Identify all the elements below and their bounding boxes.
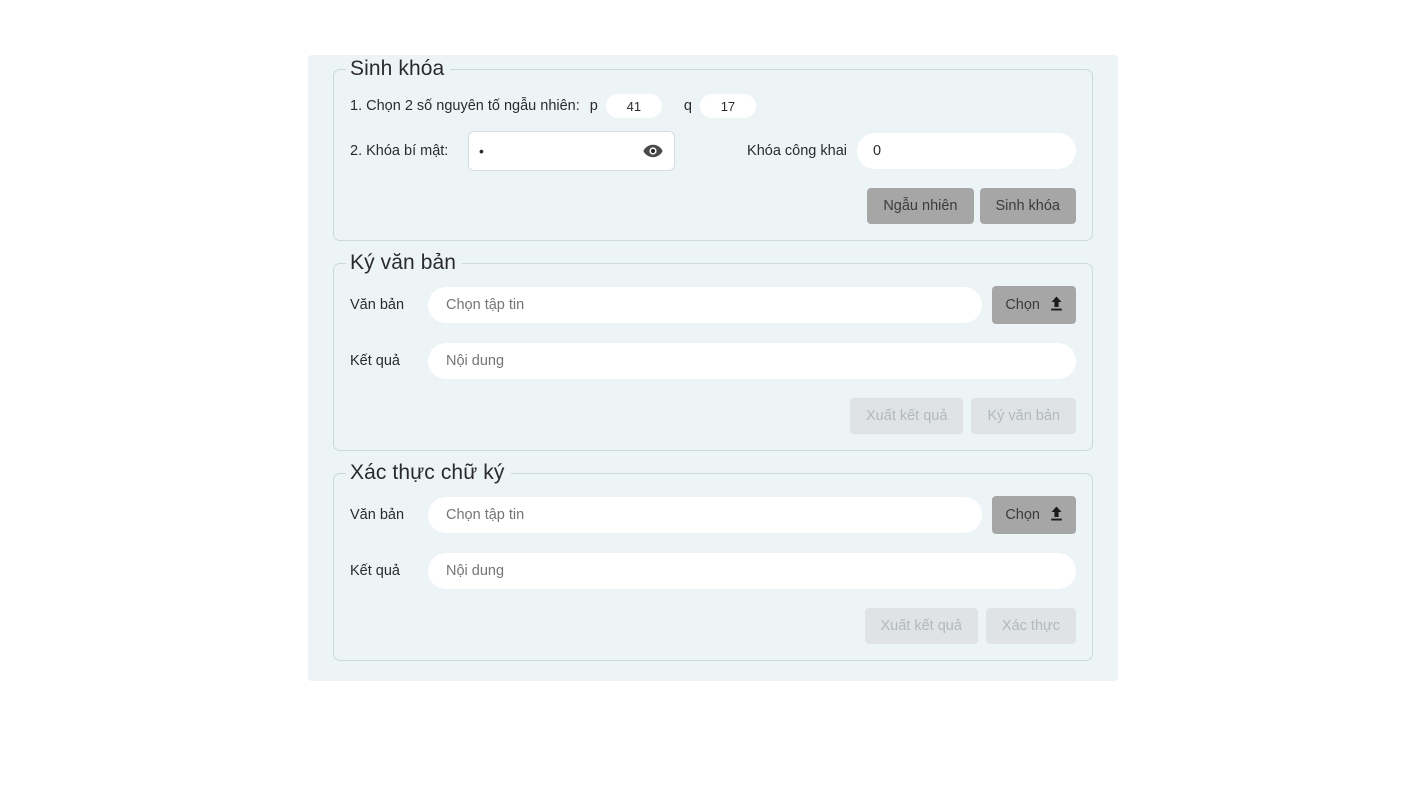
section-verify-signature-legend: Xác thực chữ ký — [346, 459, 511, 487]
verify-choose-file-button[interactable]: Chọn — [992, 496, 1076, 534]
secret-key-input[interactable] — [477, 133, 647, 169]
section-key-generation: Sinh khóa 1. Chọn 2 số nguyên tố ngẫu nh… — [333, 55, 1093, 241]
public-key-input[interactable] — [857, 133, 1076, 169]
upload-icon — [1050, 506, 1063, 525]
prime-p-group: p — [590, 94, 662, 118]
prime-q-label: q — [683, 98, 692, 114]
verify-choose-file-label: Chọn — [1005, 507, 1040, 523]
secret-key-field-wrapper — [468, 131, 676, 171]
verify-document-label: Văn bản — [350, 507, 405, 523]
prime-q-group: q — [684, 94, 756, 118]
verify-document-row: Văn bản Chọn — [350, 494, 1076, 536]
generate-key-button[interactable]: Sinh khóa — [979, 188, 1076, 224]
prime-selection-label: 1. Chọn 2 số nguyên tố ngẫu nhiên: — [350, 98, 580, 114]
upload-icon — [1050, 296, 1063, 315]
section-sign-document-legend: Ký văn bản — [346, 249, 463, 277]
sign-choose-file-button[interactable]: Chọn — [992, 286, 1076, 324]
prime-q-input[interactable] — [699, 94, 756, 118]
sign-result-label: Kết quả — [350, 353, 400, 369]
secret-key-row: 2. Khóa bí mật: Khóa công khai — [350, 130, 1076, 172]
prime-p-input[interactable] — [605, 94, 662, 118]
key-generation-button-row: Ngẫu nhiên Sinh khóa — [350, 188, 1076, 224]
sign-result-row: Kết quả — [350, 340, 1076, 382]
sign-document-input[interactable] — [428, 287, 983, 323]
verify-result-label: Kết quả — [350, 563, 400, 579]
verify-result-input[interactable] — [428, 553, 1076, 589]
sign-result-input[interactable] — [428, 343, 1076, 379]
rsa-signature-app: Sinh khóa 1. Chọn 2 số nguyên tố ngẫu nh… — [308, 55, 1118, 681]
verify-document-input[interactable] — [428, 497, 983, 533]
sign-document-button[interactable]: Ký văn bản — [971, 398, 1076, 434]
sign-document-label: Văn bản — [350, 297, 405, 313]
section-verify-signature: Xác thực chữ ký Văn bản Chọn Kết quả — [333, 459, 1093, 661]
sign-choose-file-label: Chọn — [1005, 297, 1040, 313]
secret-key-label: 2. Khóa bí mật: — [350, 143, 449, 159]
section-sign-document: Ký văn bản Văn bản Chọn Kết quả Xuất — [333, 249, 1093, 451]
verify-signature-button[interactable]: Xác thực — [985, 608, 1076, 644]
verify-document-field-wrapper — [428, 497, 983, 533]
sign-button-row: Xuất kết quả Ký văn bản — [350, 398, 1076, 434]
public-key-label: Khóa công khai — [747, 143, 847, 159]
random-button[interactable]: Ngẫu nhiên — [867, 188, 974, 224]
sign-document-row: Văn bản Chọn — [350, 284, 1076, 326]
sign-export-result-button[interactable]: Xuất kết quả — [850, 398, 964, 434]
sign-document-field-wrapper — [428, 287, 983, 323]
prime-p-label: p — [589, 98, 598, 114]
section-key-generation-legend: Sinh khóa — [346, 55, 451, 83]
prime-selection-row: 1. Chọn 2 số nguyên tố ngẫu nhiên: p q — [350, 88, 1076, 124]
eye-icon[interactable] — [642, 142, 664, 160]
verify-export-result-button[interactable]: Xuất kết quả — [864, 608, 978, 644]
verify-button-row: Xuất kết quả Xác thực — [350, 608, 1076, 644]
verify-result-row: Kết quả — [350, 550, 1076, 592]
